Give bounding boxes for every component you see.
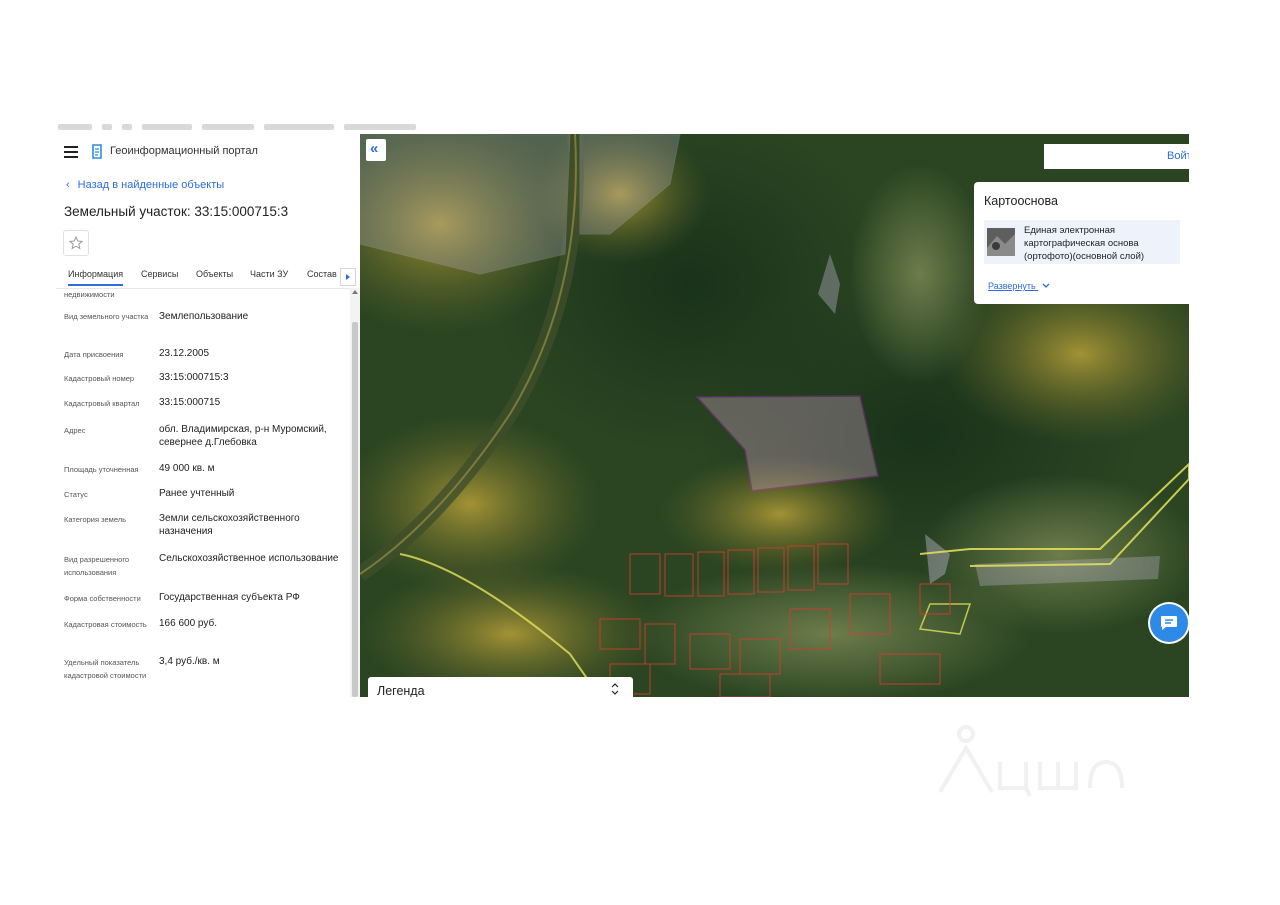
- ortho-thumbnail-icon: [987, 228, 1015, 256]
- tab-parts[interactable]: Части ЗУ: [250, 269, 288, 279]
- attr-label: Вид земельного участка: [64, 312, 149, 321]
- attr-label: Площадь уточненная: [64, 465, 139, 474]
- attr-value: 166 600 руб.: [159, 618, 217, 629]
- attr-value: 49 000 кв. м: [159, 463, 215, 474]
- collapse-panel-button[interactable]: «: [366, 139, 386, 161]
- favorite-button[interactable]: [63, 230, 89, 256]
- attr-value: 23.12.2005: [159, 348, 210, 359]
- expand-label: Развернуть: [988, 281, 1036, 291]
- login-link[interactable]: Войт: [1167, 150, 1189, 162]
- chevron-left-icon: ‹: [66, 179, 70, 191]
- hamburger-icon[interactable]: [64, 146, 78, 158]
- attr-value: обл. Владимирская, р-н Муромский, северн…: [159, 424, 327, 448]
- sort-arrows-icon: [611, 683, 619, 695]
- info-panel: Геоинформационный портал ‹ Назад в найден…: [56, 134, 360, 697]
- object-title: Земельный участок: 33:15:000715:3: [64, 204, 289, 219]
- attr-label: Категория земель: [64, 515, 127, 524]
- basemap-layer-label: Единая электронная картографическая осно…: [1024, 225, 1145, 262]
- basemap-layer-item[interactable]: Единая электронная картографическая осно…: [984, 220, 1180, 264]
- chat-button[interactable]: [1150, 604, 1188, 642]
- attr-value: 33:15:000715:3: [159, 372, 229, 383]
- attr-value: 33:15:000715: [159, 397, 221, 408]
- attr-label: недвижимости: [64, 290, 115, 299]
- geoportal-app: Геоинформационный портал ‹ Назад в найден…: [56, 134, 1189, 697]
- chevron-down-icon: [1042, 283, 1050, 288]
- tab-information[interactable]: Информация: [68, 269, 124, 286]
- basemap-panel: Картооснова Единая электронная картограф…: [974, 182, 1189, 304]
- attr-value: Земли сельскохозяйственного назначения: [159, 513, 300, 537]
- attr-value: Ранее учтенный: [159, 488, 235, 499]
- attr-label: Вид разрешенного использования: [64, 555, 130, 577]
- attr-value: Сельскохозяйственное использование: [159, 553, 339, 564]
- tab-composition[interactable]: Состав: [307, 269, 337, 279]
- portal-logo-icon: [92, 144, 102, 159]
- attr-label: Кадастровый квартал: [64, 399, 140, 408]
- scroll-up-arrow[interactable]: [352, 290, 358, 294]
- portal-title: Геоинформационный портал: [110, 145, 258, 157]
- chat-icon: [1161, 616, 1177, 630]
- back-to-results-link[interactable]: ‹ Назад в найденные объекты: [66, 179, 224, 191]
- attr-label: Адрес: [64, 426, 86, 435]
- tab-objects[interactable]: Объекты: [196, 269, 233, 279]
- tab-services[interactable]: Сервисы: [141, 269, 178, 279]
- attribute-list: недвижимости Вид земельного участка Земл…: [56, 290, 350, 697]
- browser-bookmarks-strip: [58, 120, 458, 134]
- scroll-thumb[interactable]: [352, 322, 358, 697]
- map-view[interactable]: « Войт Картооснова Единая электронная ка…: [360, 134, 1189, 697]
- attr-label: Удельный показатель кадастровой стоимост…: [64, 658, 147, 680]
- back-link-label: Назад в найденные объекты: [77, 179, 225, 191]
- panel-scrollbar[interactable]: [350, 288, 360, 697]
- double-chevron-left-icon: «: [370, 140, 379, 157]
- attr-label: Статус: [64, 490, 88, 499]
- tabs-scroll-right-button[interactable]: [340, 268, 356, 286]
- info-tabs: Информация Сервисы Объекты Части ЗУ Сост…: [56, 262, 360, 289]
- basemap-title: Картооснова: [984, 194, 1058, 208]
- legend-label: Легенда: [377, 684, 425, 697]
- attr-label: Кадастровая стоимость: [64, 620, 147, 629]
- attr-label: Кадастровый номер: [64, 374, 135, 383]
- legend-panel[interactable]: Легенда: [368, 677, 633, 697]
- attr-label: Форма собственности: [64, 594, 141, 603]
- panel-topbar: Геоинформационный портал: [56, 134, 360, 170]
- chevron-right-icon: [346, 274, 350, 280]
- attr-label: Дата присвоения: [64, 350, 124, 359]
- watermark-logo: [938, 725, 1124, 797]
- attr-value: 3,4 руб./кв. м: [159, 656, 220, 667]
- star-icon: [69, 236, 83, 250]
- basemap-expand-link[interactable]: Развернуть: [988, 281, 1050, 291]
- attr-value: Государственная субъекта РФ: [159, 592, 300, 603]
- attr-value: Землепользование: [159, 311, 249, 322]
